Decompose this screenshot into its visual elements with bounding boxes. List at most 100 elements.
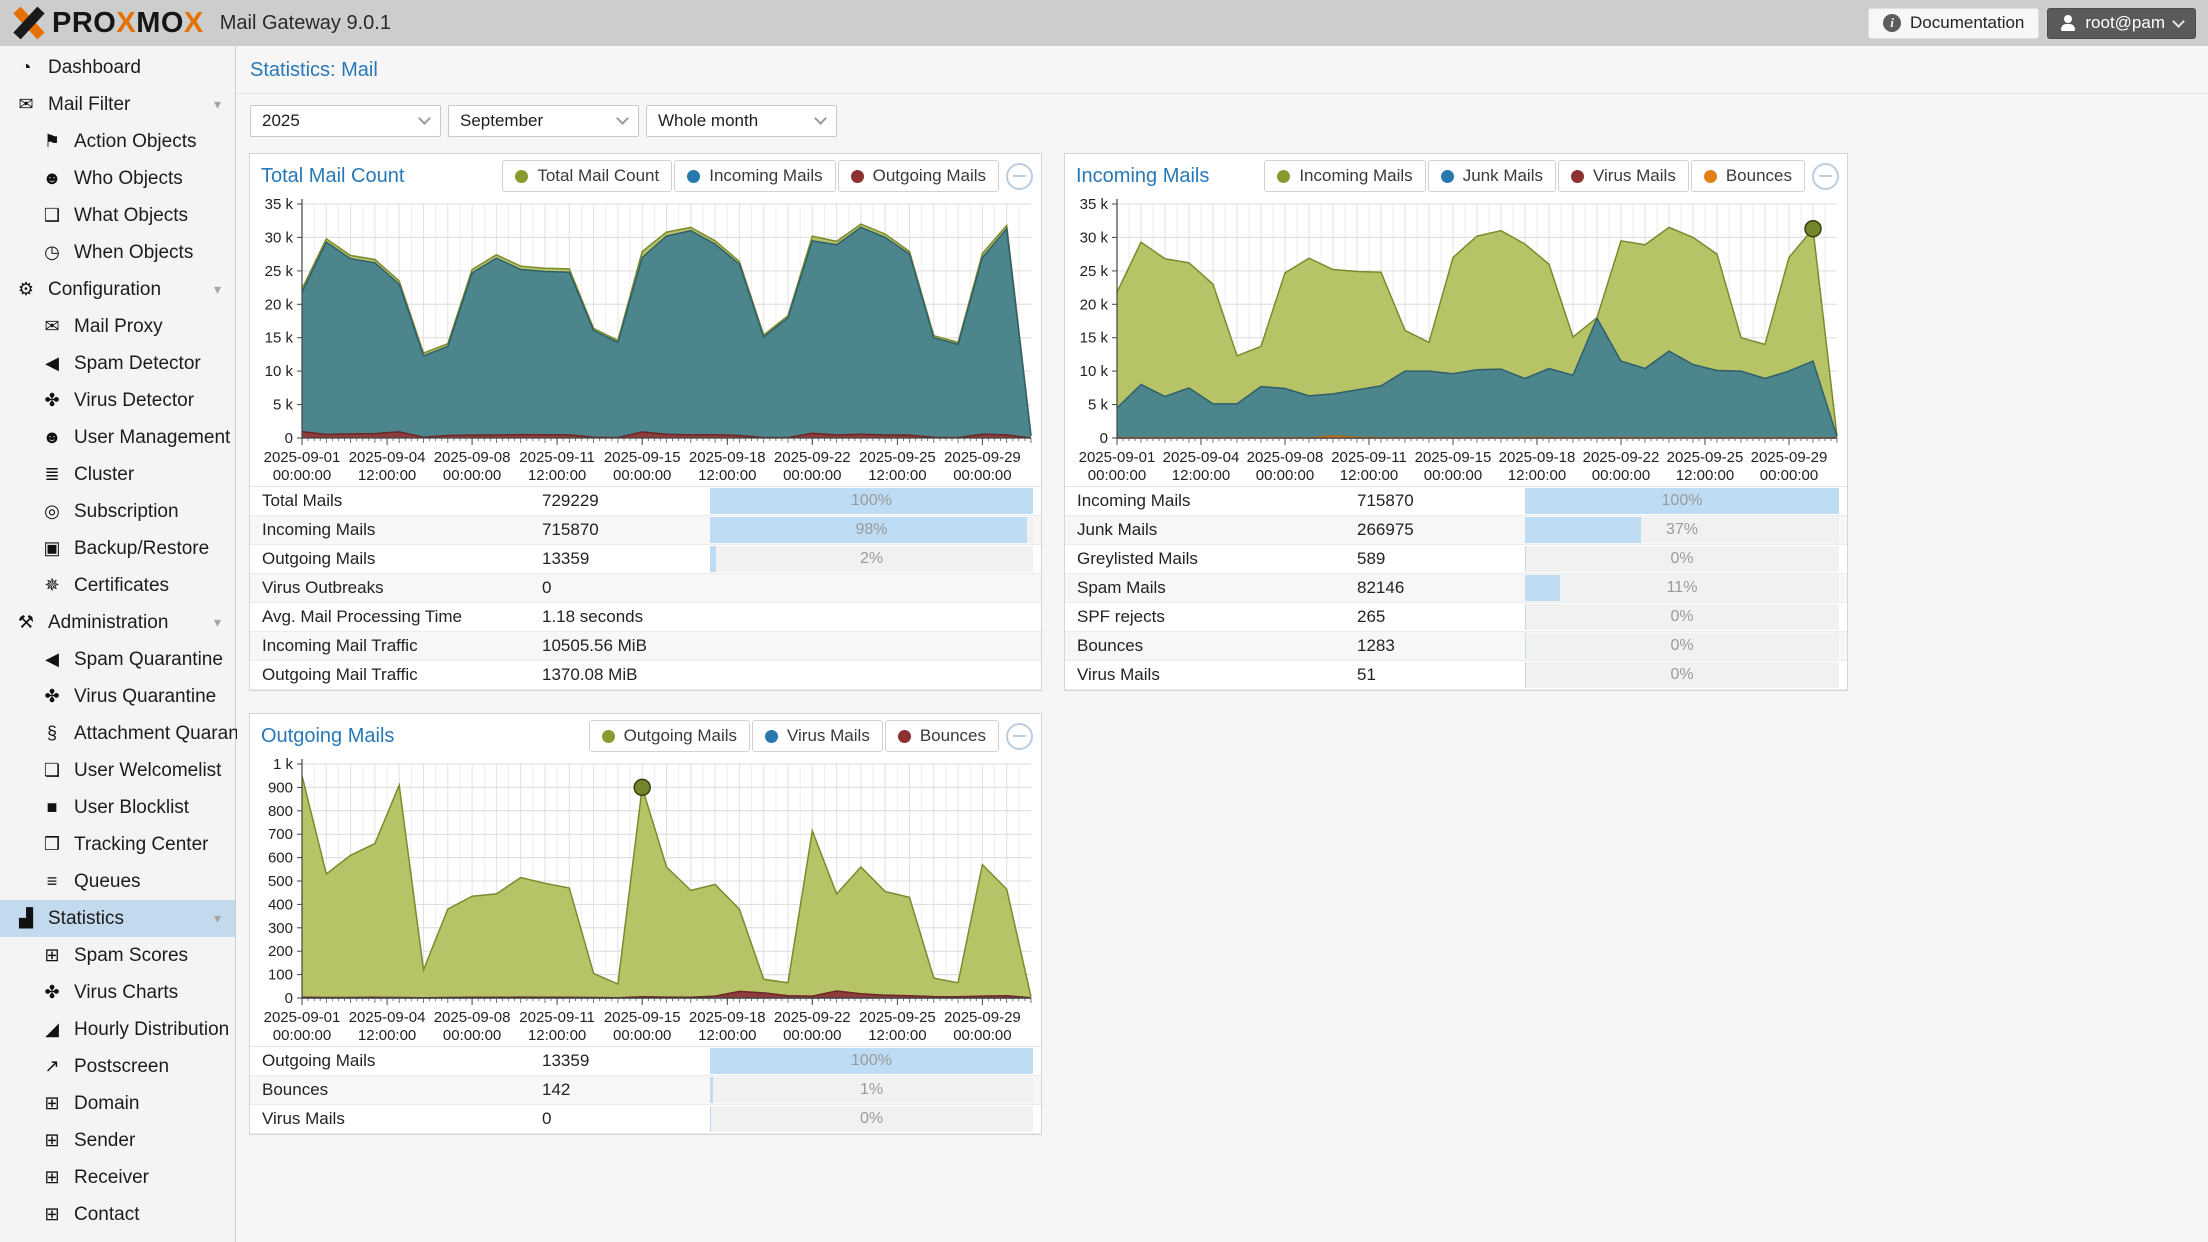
year-select[interactable]: 2025 — [250, 105, 441, 137]
panel-title: Outgoing Mails — [261, 725, 589, 748]
sidebar-item-subscription[interactable]: ◎Subscription — [0, 493, 235, 530]
envelope-icon: ✉ — [38, 316, 66, 337]
sidebar-item-sender[interactable]: ⊞Sender — [0, 1122, 235, 1159]
sidebar-item-cluster[interactable]: ≣Cluster — [0, 456, 235, 493]
legend-item[interactable]: Outgoing Mails — [838, 160, 999, 192]
sidebar-item-dashboard[interactable]: ◔Dashboard — [0, 49, 235, 86]
legend-label: Total Mail Count — [537, 166, 659, 186]
legend-item[interactable]: Junk Mails — [1428, 160, 1556, 192]
sidebar-item-label: Hourly Distribution — [74, 1019, 229, 1041]
product-name: Mail Gateway 9.0.1 — [220, 12, 391, 35]
sidebar-item-label: When Objects — [74, 242, 193, 264]
row-value: 1.18 seconds — [542, 603, 710, 631]
svg-text:2025-09-25: 2025-09-25 — [859, 449, 936, 466]
sidebar-item-postscreen[interactable]: ↗Postscreen — [0, 1048, 235, 1085]
legend-item[interactable]: Bounces — [1691, 160, 1805, 192]
svg-text:2025-09-18: 2025-09-18 — [1499, 449, 1576, 466]
sidebar-item-what-objects[interactable]: ❑What Objects — [0, 197, 235, 234]
sidebar-item-user-management[interactable]: ☻User Management — [0, 419, 235, 456]
sidebar-item-label: What Objects — [74, 205, 188, 227]
sidebar-item-spam-scores[interactable]: ⊞Spam Scores — [0, 937, 235, 974]
legend: Total Mail Count Incoming MailsOutgoing M… — [502, 160, 999, 192]
legend-item[interactable]: Total Mail Count — [502, 160, 672, 192]
svg-text:2025-09-29: 2025-09-29 — [944, 449, 1021, 466]
user-menu-button[interactable]: root@pam — [2047, 8, 2196, 39]
collapse-button[interactable] — [1006, 723, 1033, 750]
svg-text:12:00:00: 12:00:00 — [1340, 467, 1398, 484]
row-value: 266975 — [1357, 516, 1525, 544]
sidebar-item-domain[interactable]: ⊞Domain — [0, 1085, 235, 1122]
sidebar-item-label: Domain — [74, 1093, 139, 1115]
legend-item[interactable]: Bounces — [885, 720, 999, 752]
documentation-button[interactable]: i Documentation — [1868, 8, 2039, 39]
svg-text:0: 0 — [1100, 430, 1108, 447]
sidebar-item-when-objects[interactable]: ◷When Objects — [0, 234, 235, 271]
map-book-icon: ❒ — [38, 834, 66, 855]
chevron-down-icon[interactable]: ▾ — [214, 910, 221, 927]
legend-item[interactable]: Incoming Mails — [1264, 160, 1425, 192]
legend-swatch — [1277, 170, 1290, 183]
sidebar-item-hourly-distribution[interactable]: ◢Hourly Distribution — [0, 1011, 235, 1048]
svg-text:35 k: 35 k — [265, 196, 294, 213]
range-select[interactable]: Whole month — [646, 105, 837, 137]
sidebar-item-action-objects[interactable]: ⚑Action Objects — [0, 123, 235, 160]
percent-bar: 2% — [710, 546, 1033, 572]
svg-text:12:00:00: 12:00:00 — [1172, 467, 1230, 484]
sidebar-item-mail-filter[interactable]: ✉Mail Filter▾ — [0, 86, 235, 123]
sidebar-item-user-blocklist[interactable]: ■User Blocklist — [0, 789, 235, 826]
sidebar-item-receiver[interactable]: ⊞Receiver — [0, 1159, 235, 1196]
percent-bar: 0% — [1525, 633, 1839, 659]
chevron-down-icon[interactable]: ▾ — [214, 614, 221, 631]
sidebar-item-contact[interactable]: ⊞Contact — [0, 1196, 235, 1233]
sidebar-item-backup-restore[interactable]: ▣Backup/Restore — [0, 530, 235, 567]
legend-item[interactable]: Virus Mails — [1558, 160, 1689, 192]
sidebar-item-label: User Management — [74, 427, 230, 449]
svg-text:2025-09-15: 2025-09-15 — [604, 449, 681, 466]
svg-text:200: 200 — [268, 943, 293, 960]
gears-icon: ⚙ — [12, 279, 40, 300]
sidebar-item-label: Certificates — [74, 575, 169, 597]
legend-item[interactable]: Incoming Mails — [674, 160, 835, 192]
sidebar-item-statistics[interactable]: ▟Statistics▾ — [0, 900, 235, 937]
legend-item[interactable]: Virus Mails — [752, 720, 883, 752]
sidebar-item-certificates[interactable]: ✵Certificates — [0, 567, 235, 604]
row-label: Virus Mails — [250, 1105, 542, 1133]
collapse-button[interactable] — [1006, 163, 1033, 190]
svg-text:00:00:00: 00:00:00 — [273, 467, 331, 484]
sidebar-item-attachment-quarantine[interactable]: §Attachment Quarantine — [0, 715, 235, 752]
sidebar-item-label: User Welcomelist — [74, 760, 221, 782]
sidebar-item-queues[interactable]: ≡Queues — [0, 863, 235, 900]
row-label: Avg. Mail Processing Time — [250, 603, 542, 631]
svg-text:00:00:00: 00:00:00 — [1088, 467, 1146, 484]
sidebar-item-virus-charts[interactable]: ✤Virus Charts — [0, 974, 235, 1011]
row-value: 51 — [1357, 661, 1525, 689]
sidebar-item-who-objects[interactable]: ☻Who Objects — [0, 160, 235, 197]
sidebar-item-administration[interactable]: ⚒Administration▾ — [0, 604, 235, 641]
month-select[interactable]: September — [448, 105, 639, 137]
table-row: Total Mails729229100% — [250, 487, 1041, 516]
svg-text:600: 600 — [268, 850, 293, 867]
sidebar-item-spam-detector[interactable]: ◀Spam Detector — [0, 345, 235, 382]
chevron-down-icon[interactable]: ▾ — [214, 96, 221, 113]
main-content: Statistics: Mail 2025 September Whole mo… — [237, 46, 2208, 1242]
sidebar-item-configuration[interactable]: ⚙ Configuration ▾ — [0, 271, 235, 308]
sidebar-item-label: Receiver — [74, 1167, 149, 1189]
filter-toolbar: 2025 September Whole month — [237, 94, 2208, 148]
svg-text:12:00:00: 12:00:00 — [1508, 467, 1566, 484]
sidebar-item-label: Queues — [74, 871, 141, 893]
sidebar-item-tracking-center[interactable]: ❒Tracking Center — [0, 826, 235, 863]
sidebar-item-user-welcomelist[interactable]: ❏User Welcomelist — [0, 752, 235, 789]
sidebar-item-virus-quarantine[interactable]: ✤Virus Quarantine — [0, 678, 235, 715]
row-bar-cell: 100% — [1525, 487, 1847, 515]
chevron-down-icon[interactable]: ▾ — [214, 281, 221, 298]
row-bar-cell: 100% — [710, 1047, 1041, 1075]
percent-bar: 0% — [1525, 604, 1839, 630]
sidebar-item-label: Configuration — [48, 279, 161, 301]
chevron-down-icon — [616, 112, 629, 125]
svg-text:10 k: 10 k — [265, 363, 294, 380]
legend-item[interactable]: Outgoing Mails — [589, 720, 750, 752]
sidebar-item-virus-detector[interactable]: ✤Virus Detector — [0, 382, 235, 419]
sidebar-item-spam-quarantine[interactable]: ◀Spam Quarantine — [0, 641, 235, 678]
collapse-button[interactable] — [1812, 163, 1839, 190]
sidebar-item-mail-proxy[interactable]: ✉Mail Proxy — [0, 308, 235, 345]
